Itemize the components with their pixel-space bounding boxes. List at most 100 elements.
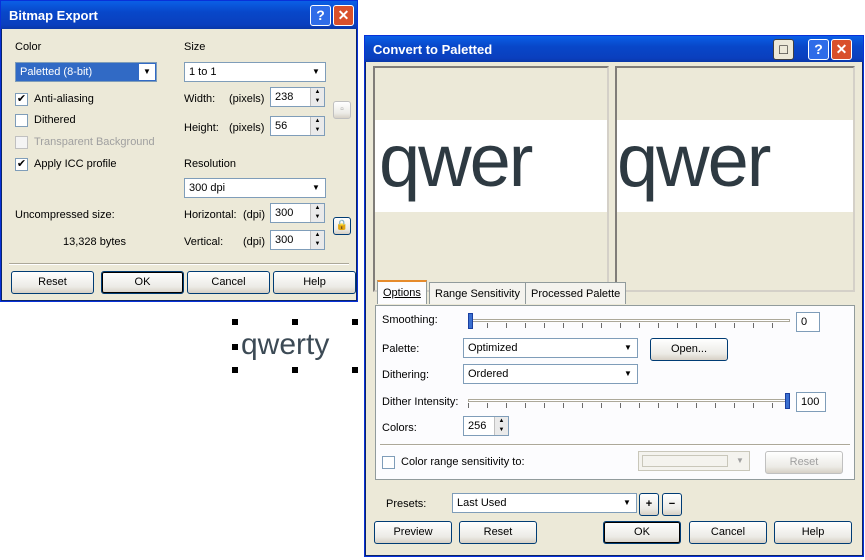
resolution-lock-icon[interactable]: 🔒	[333, 217, 351, 235]
vertical-dpi-input[interactable]: 300 ▲ ▼	[270, 230, 325, 250]
dither-intensity-thumb[interactable]	[785, 393, 790, 409]
anti-aliasing-checkbox[interactable]: ✔	[15, 93, 28, 106]
size-select[interactable]: 1 to 1 ▼	[184, 62, 326, 82]
vertical-dpi-spinner[interactable]: ▲ ▼	[310, 231, 324, 249]
tab-processed-palette-label: Processed Palette	[531, 288, 621, 300]
colors-value: 256	[468, 420, 487, 432]
dither-intensity-slider[interactable]	[468, 392, 790, 410]
close-icon[interactable]: ✕	[333, 5, 354, 26]
selection-handle[interactable]	[232, 367, 238, 373]
preview-before-text: qwer	[379, 119, 533, 202]
dither-intensity-input[interactable]: 100	[796, 392, 826, 412]
width-label: Width:	[184, 93, 216, 105]
transparent-background-label: Transparent Background	[34, 136, 155, 148]
height-value: 56	[275, 120, 288, 132]
dither-intensity-value: 100	[801, 396, 820, 408]
vertical-label: Vertical:	[184, 236, 224, 248]
horizontal-label: Horizontal:	[184, 209, 237, 221]
chevron-down-icon[interactable]: ▼	[308, 64, 324, 80]
dithered-checkbox[interactable]	[15, 114, 28, 127]
selection-handle[interactable]	[352, 367, 358, 373]
range-sensitivity-checkbox[interactable]	[382, 456, 395, 469]
dither-intensity-label: Dither Intensity:	[382, 396, 459, 408]
reset-button[interactable]: Reset	[11, 271, 94, 294]
apply-icc-checkbox[interactable]: ✔	[15, 158, 28, 171]
divider	[9, 263, 349, 265]
resolution-value: 300 dpi	[189, 182, 226, 194]
width-input[interactable]: 238 ▲ ▼	[270, 87, 325, 107]
add-preset-label: +	[645, 498, 653, 510]
remove-preset-button[interactable]: −	[662, 493, 682, 516]
dither-intensity-track	[468, 399, 790, 402]
size-value: 1 to 1	[189, 66, 217, 78]
selection-handle[interactable]	[352, 319, 358, 325]
size-lock-icon: ▫	[333, 101, 351, 119]
dithering-select[interactable]: Ordered ▼	[463, 364, 638, 384]
tab-range-sensitivity[interactable]: Range Sensitivity	[429, 282, 526, 304]
colors-input[interactable]: 256 ▲ ▼	[463, 416, 509, 436]
width-spinner[interactable]: ▲ ▼	[310, 88, 324, 106]
resolution-select[interactable]: 300 dpi ▼	[184, 178, 326, 198]
smoothing-input[interactable]: 0	[796, 312, 820, 332]
help-button[interactable]: Help	[774, 521, 852, 544]
tab-options[interactable]: Options	[377, 280, 427, 304]
bitmap-export-titlebar[interactable]: Bitmap Export	[1, 1, 357, 29]
dithering-label: Dithering:	[382, 369, 430, 381]
canvas-text: qwerty	[241, 328, 330, 361]
selection-handle[interactable]	[232, 344, 238, 350]
options-divider	[380, 444, 850, 446]
palette-value: Optimized	[468, 342, 518, 354]
chevron-down-icon[interactable]: ▼	[619, 495, 635, 511]
ok-button[interactable]: OK	[101, 271, 184, 294]
color-mode-select[interactable]: Paletted (8-bit) ▼	[15, 62, 157, 82]
open-label: Open...	[670, 343, 708, 355]
help-icon[interactable]: ?	[808, 39, 829, 60]
canvas-selection[interactable]: qwerty	[232, 319, 365, 373]
chevron-down-icon[interactable]: ▼	[308, 180, 324, 196]
presets-select[interactable]: Last Used ▼	[452, 493, 637, 513]
range-sensitivity-label: Color range sensitivity to:	[401, 456, 525, 468]
smoothing-slider[interactable]	[468, 312, 790, 330]
dithered-label: Dithered	[34, 114, 76, 126]
smoothing-label: Smoothing:	[382, 314, 438, 326]
reset-button[interactable]: Reset	[459, 521, 537, 544]
height-spinner[interactable]: ▲ ▼	[310, 117, 324, 135]
horizontal-dpi-spinner[interactable]: ▲ ▼	[310, 204, 324, 222]
chevron-down-icon[interactable]: ▼	[139, 64, 155, 80]
cancel-label: Cancel	[710, 526, 746, 538]
palette-select[interactable]: Optimized ▼	[463, 338, 638, 358]
reset-label: Reset	[38, 276, 67, 288]
color-mode-value: Paletted (8-bit)	[20, 66, 93, 78]
selection-handle[interactable]	[232, 319, 238, 325]
close-icon[interactable]: ✕	[831, 39, 852, 60]
tab-processed-palette[interactable]: Processed Palette	[525, 282, 627, 304]
selection-handle[interactable]	[292, 367, 298, 373]
horizontal-unit: (dpi)	[243, 209, 266, 221]
bitmap-export-title: Bitmap Export	[9, 8, 98, 23]
vertical-unit: (dpi)	[243, 236, 266, 248]
dither-intensity-ticks	[468, 403, 790, 408]
chevron-down-icon[interactable]: ▼	[620, 366, 636, 382]
chevron-down-icon[interactable]: ▼	[620, 340, 636, 356]
size-label: Size	[184, 41, 206, 53]
add-preset-button[interactable]: +	[639, 493, 659, 516]
selection-handle[interactable]	[292, 319, 298, 325]
cancel-button[interactable]: Cancel	[689, 521, 767, 544]
preview-button[interactable]: Preview	[374, 521, 452, 544]
ok-button[interactable]: OK	[603, 521, 681, 544]
help-button[interactable]: Help	[273, 271, 356, 294]
cancel-button[interactable]: Cancel	[187, 271, 270, 294]
convert-title: Convert to Paletted	[373, 42, 493, 57]
open-palette-button[interactable]: Open...	[650, 338, 728, 361]
smoothing-thumb[interactable]	[468, 313, 473, 329]
preview-after-text: qwer	[617, 119, 771, 202]
height-input[interactable]: 56 ▲ ▼	[270, 116, 325, 136]
chevron-down-icon: ▼	[732, 453, 748, 469]
maximize-icon[interactable]: □	[773, 39, 794, 60]
width-unit: (pixels)	[229, 93, 265, 105]
colors-spinner[interactable]: ▲ ▼	[494, 417, 508, 435]
help-icon[interactable]: ?	[310, 5, 331, 26]
horizontal-dpi-input[interactable]: 300 ▲ ▼	[270, 203, 325, 223]
ok-label: OK	[634, 526, 650, 538]
colors-label: Colors:	[382, 422, 417, 434]
